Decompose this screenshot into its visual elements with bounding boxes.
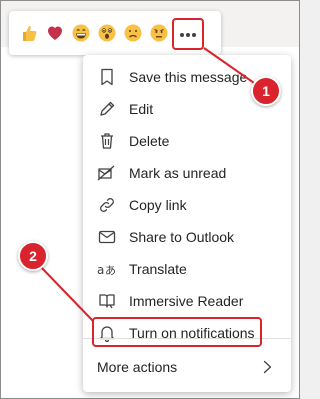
laughing-face-icon[interactable] [69, 21, 93, 45]
menu-item-copy-link[interactable]: Copy link [83, 189, 291, 221]
immersive-reader-icon [97, 291, 117, 311]
angry-face-icon[interactable] [147, 21, 171, 45]
notification-highlight-box [92, 317, 262, 347]
menu-item-delete[interactable]: Delete [83, 125, 291, 157]
menu-item-translate[interactable]: aあ Translate [83, 253, 291, 285]
chevron-right-icon [259, 359, 275, 375]
menu-item-label: Mark as unread [129, 165, 227, 181]
svg-text:a: a [97, 263, 104, 277]
pencil-icon [97, 99, 117, 119]
mail-icon [97, 227, 117, 247]
callout-number: 2 [29, 248, 37, 264]
menu-item-label: Copy link [129, 197, 187, 213]
svg-text:あ: あ [105, 264, 116, 277]
more-actions-item[interactable]: More actions [83, 351, 291, 383]
more-options-icon [179, 25, 197, 43]
heart-icon[interactable] [43, 21, 67, 45]
link-icon [97, 195, 117, 215]
menu-item-immersive-reader[interactable]: Immersive Reader [83, 285, 291, 317]
surprised-face-icon[interactable] [95, 21, 119, 45]
menu-item-label: Translate [129, 261, 187, 277]
menu-item-label: Immersive Reader [129, 293, 244, 309]
mark-unread-icon [97, 163, 117, 183]
callout-number: 1 [262, 83, 270, 99]
callout-badge-1: 1 [251, 76, 281, 106]
menu-item-label: Share to Outlook [129, 229, 235, 245]
menu-item-label: Delete [129, 133, 170, 149]
sad-face-icon[interactable] [121, 21, 145, 45]
menu-item-share-outlook[interactable]: Share to Outlook [83, 221, 291, 253]
trash-icon [97, 131, 117, 151]
menu-item-label: Edit [129, 101, 154, 117]
translate-icon: aあ [97, 259, 117, 279]
more-actions-label: More actions [97, 359, 178, 375]
thumbs-up-icon[interactable] [17, 21, 41, 45]
more-options-button[interactable] [172, 18, 204, 50]
menu-item-mark-unread[interactable]: Mark as unread [83, 157, 291, 189]
menu-item-label: Save this message [129, 69, 248, 85]
bookmark-icon [97, 67, 117, 87]
callout-badge-2: 2 [18, 241, 48, 271]
